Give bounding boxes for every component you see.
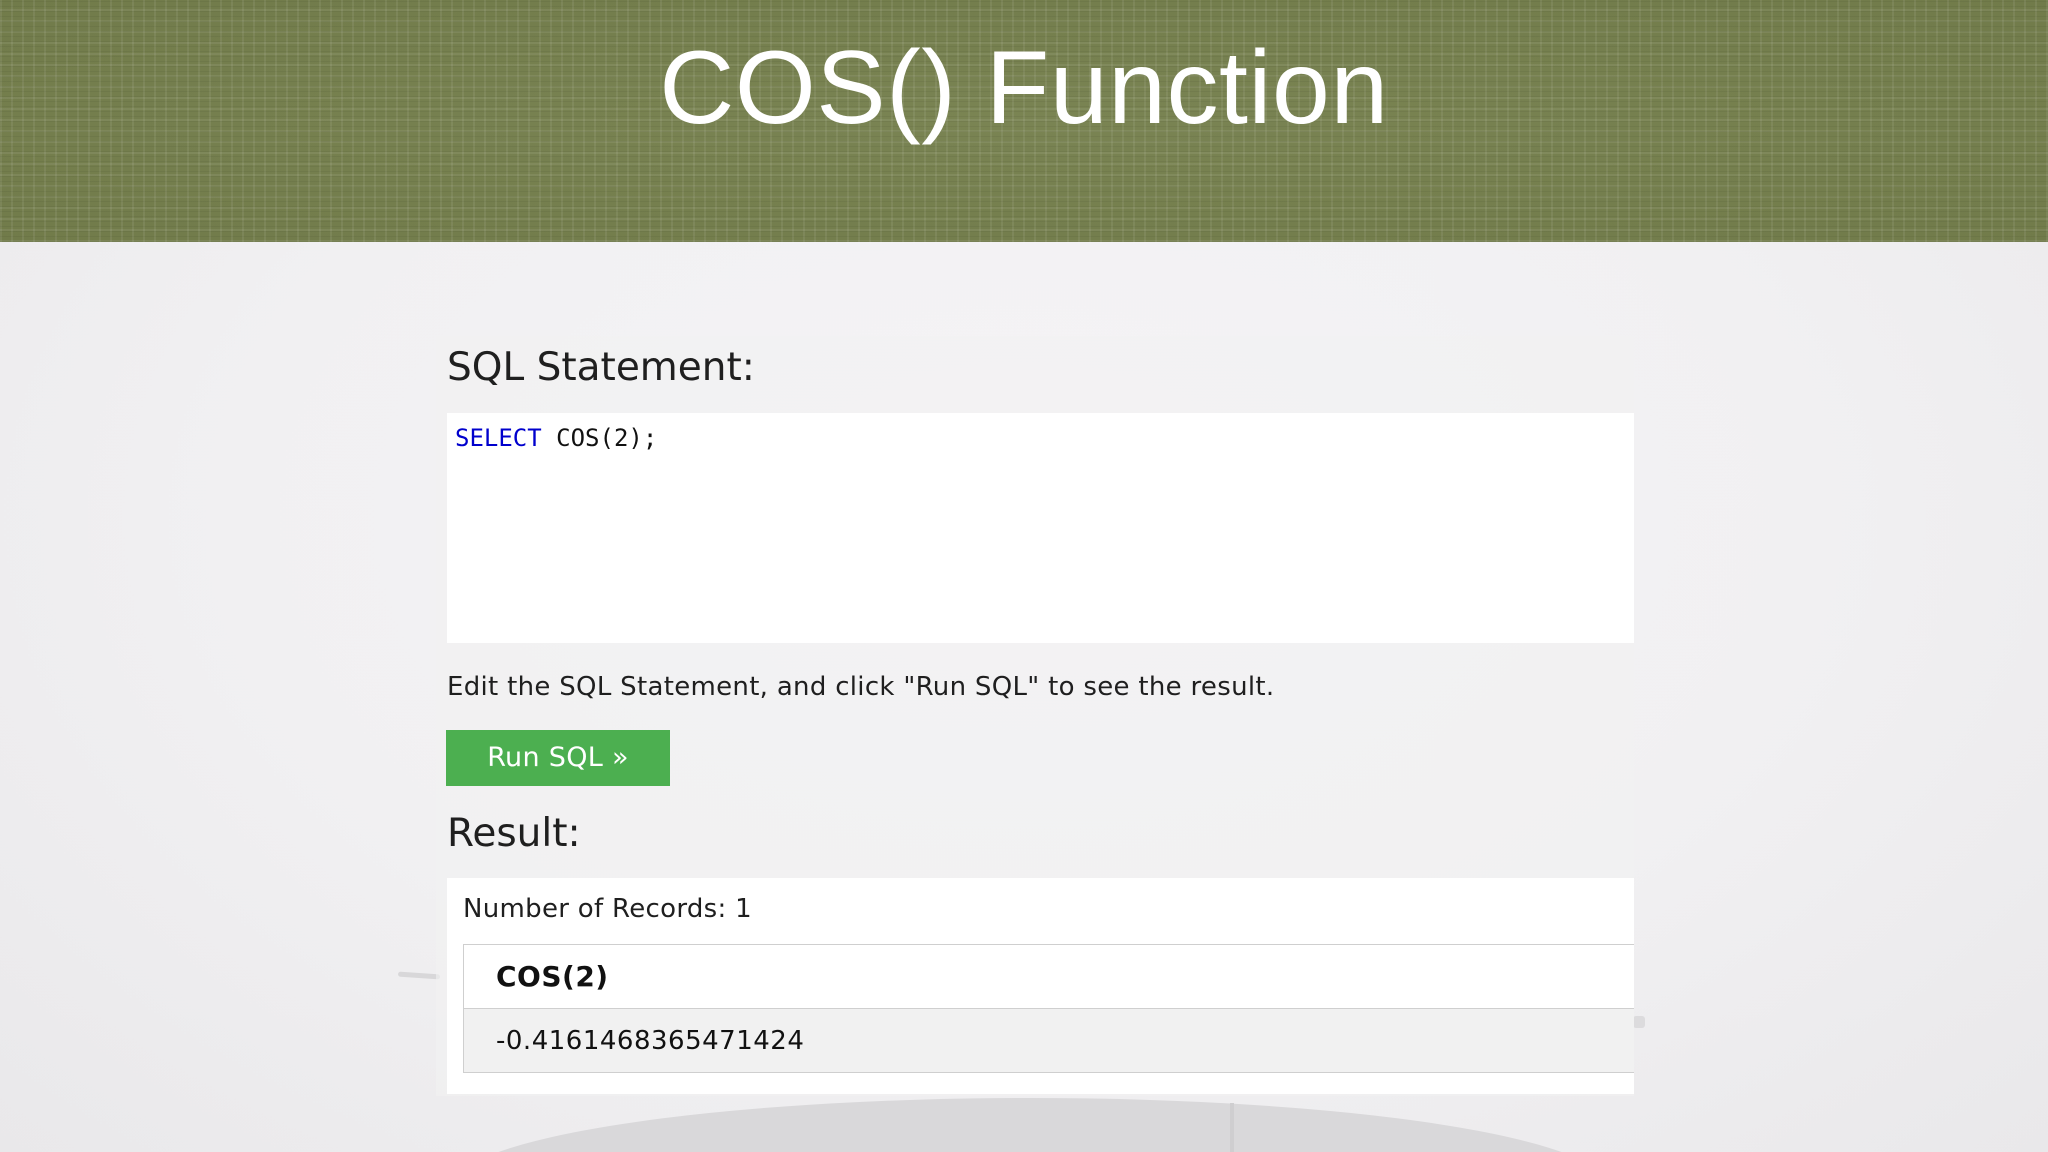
sql-statement-heading: SQL Statement:: [447, 345, 755, 390]
column-header: COS(2): [463, 944, 1634, 1009]
sql-keyword: SELECT: [455, 424, 542, 452]
table-cell: -0.4161468365471424: [463, 1008, 1634, 1073]
result-heading: Result:: [447, 811, 581, 856]
sql-code-editor[interactable]: SELECT COS(2);: [447, 413, 1634, 643]
instruction-text: Edit the SQL Statement, and click "Run S…: [447, 672, 1275, 702]
run-sql-button[interactable]: Run SQL »: [446, 730, 670, 786]
table-header-row: COS(2): [463, 944, 1634, 1009]
record-count: Number of Records: 1: [463, 894, 752, 924]
title-banner: COS() Function: [0, 0, 2048, 242]
table-row: -0.4161468365471424: [463, 1008, 1634, 1073]
sql-expression: COS(2);: [541, 424, 658, 452]
background-book-spine: [1230, 1103, 1234, 1152]
result-table: COS(2) -0.4161468365471424: [463, 944, 1634, 1073]
background-mark-left: [397, 971, 441, 980]
background-book-decoration: [450, 1098, 1610, 1152]
background-mark-right: [1633, 1016, 1645, 1028]
page-title: COS() Function: [659, 30, 1389, 146]
